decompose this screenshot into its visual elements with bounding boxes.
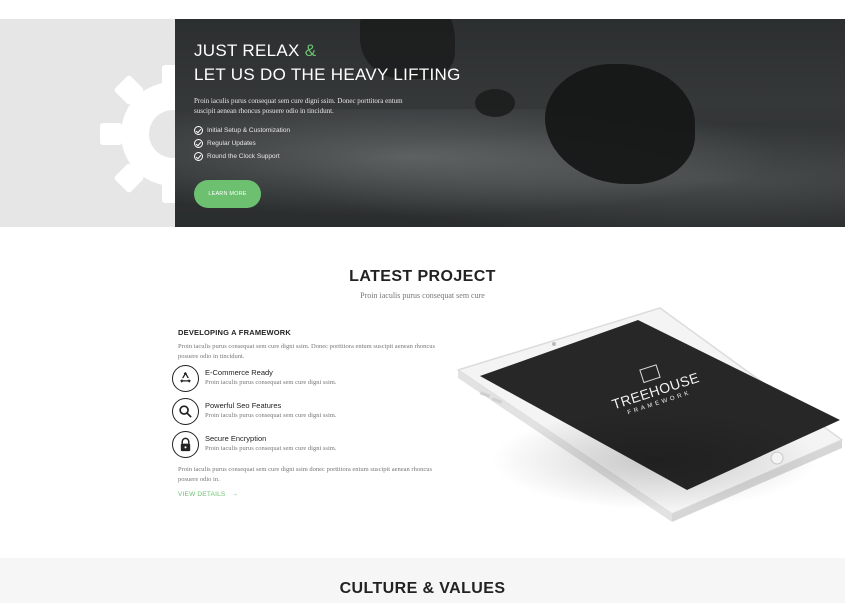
feature-checklist: Initial Setup & Customization Regular Up…: [194, 124, 290, 163]
check-circle-icon: [194, 139, 203, 148]
section-title: CULTURE & VALUES: [339, 580, 506, 597]
feature-title: E-Commerce Ready: [205, 368, 273, 377]
recycle-icon: [172, 365, 199, 392]
feature-description: Proin iaculis purus consequat sem cure d…: [205, 412, 337, 419]
checklist-item: Initial Setup & Customization: [194, 124, 290, 137]
hero-section: [0, 19, 845, 227]
lock-icon: [172, 431, 199, 458]
check-circle-icon: [194, 152, 203, 161]
project-footer-description: Proin iaculis purus consequat sem cure d…: [178, 466, 432, 483]
hero-left-panel: [0, 19, 175, 227]
check-circle-icon: [194, 126, 203, 135]
gear-icon: [100, 65, 175, 203]
section-subtitle: Proin iaculis purus consequat sem cure: [360, 291, 485, 300]
search-icon: [172, 398, 199, 425]
tablet-mockup: TREEHOUSE FRAMEWORK: [450, 300, 845, 525]
hero-title-line2: LET US DO THE HEAVY LIFTING: [194, 65, 461, 84]
checklist-item: Regular Updates: [194, 137, 290, 150]
feature-title: Secure Encryption: [205, 434, 267, 443]
feature-title: Powerful Seo Features: [205, 401, 282, 410]
feature-description: Proin iaculis purus consequat sem cure d…: [205, 379, 337, 386]
project-heading: DEVELOPING A FRAMEWORK: [178, 328, 292, 337]
view-details-link[interactable]: VIEW DETAILS →: [178, 491, 238, 498]
hero-title-line1: JUST RELAX &: [194, 41, 317, 60]
feature-description: Proin iaculis purus consequat sem cure d…: [205, 445, 337, 452]
rock: [475, 89, 515, 117]
learn-more-button[interactable]: LEARN MORE: [194, 180, 261, 208]
feature-item: Powerful Seo Features Proin iaculis puru…: [172, 398, 422, 426]
feature-item: E-Commerce Ready Proin iaculis purus con…: [172, 365, 422, 393]
checklist-item: Round the Clock Support: [194, 150, 290, 163]
feature-item: Secure Encryption Proin iaculis purus co…: [172, 431, 422, 459]
arrow-right-icon: →: [231, 491, 239, 498]
project-description: Proin iaculis purus consequat sem cure d…: [178, 343, 436, 360]
section-title: LATEST PROJECT: [349, 268, 496, 285]
hero-description: Proin iaculis purus consequat sem cure d…: [194, 97, 403, 115]
